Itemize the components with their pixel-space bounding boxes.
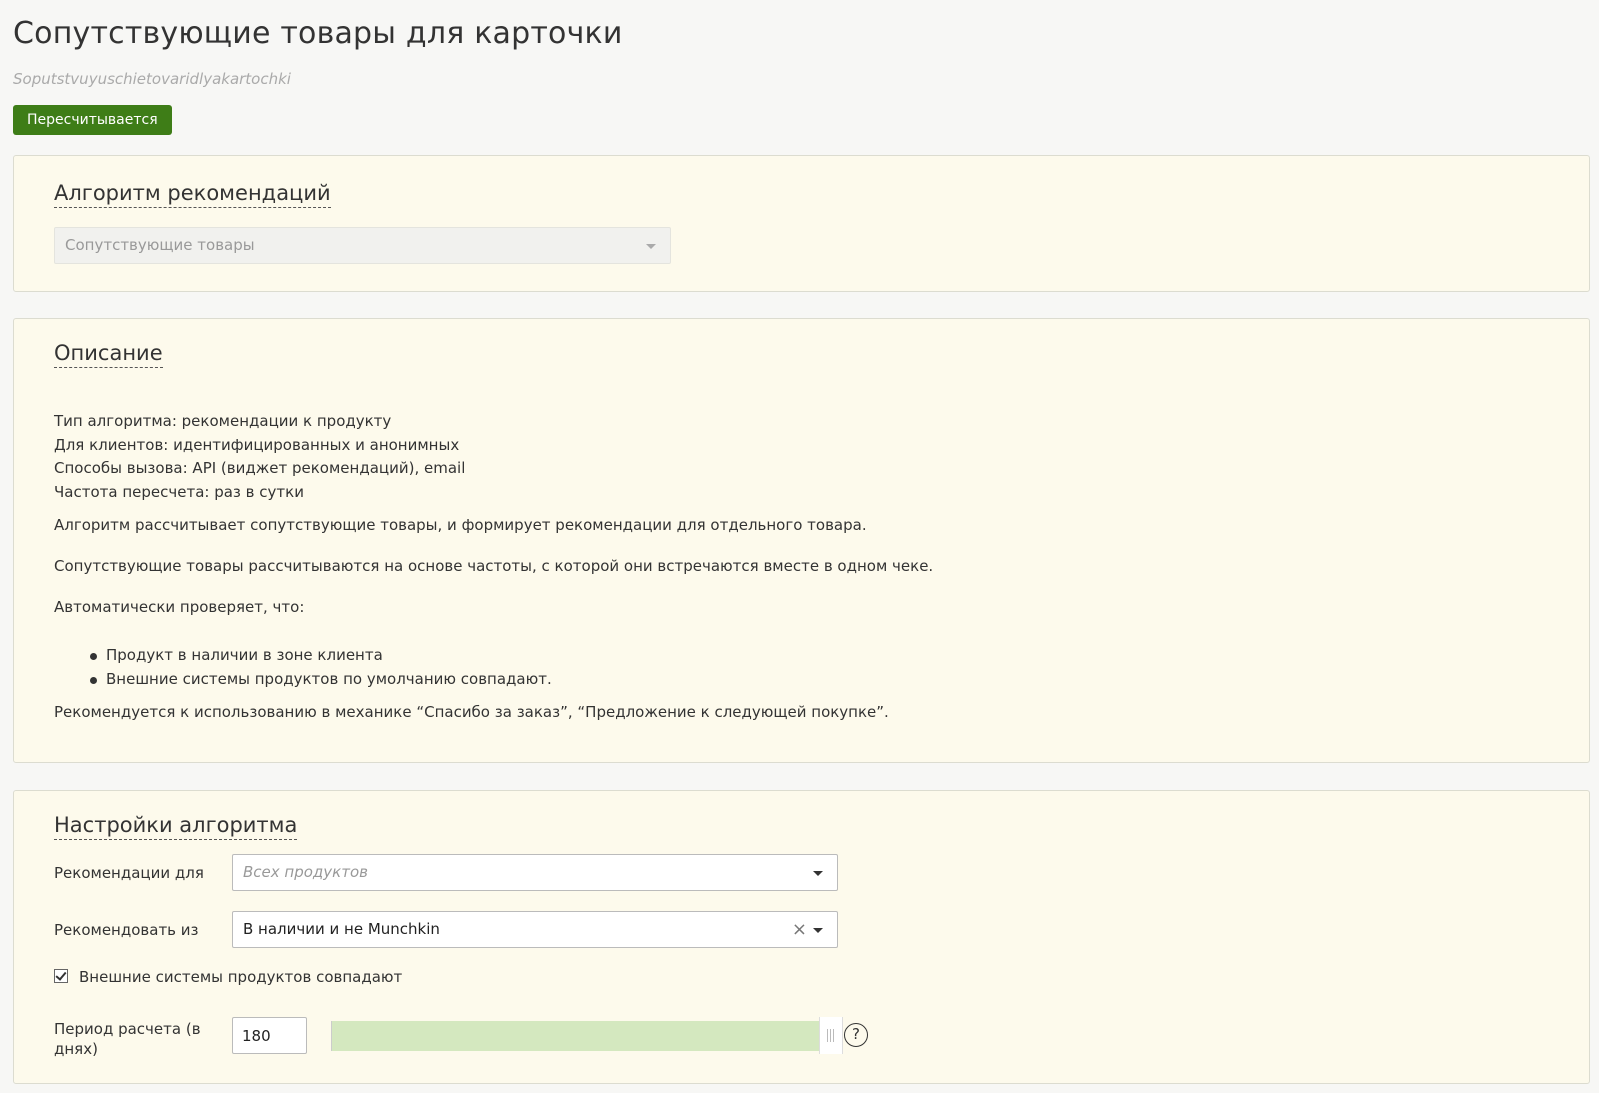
algorithm-select-value: Сопутствующие товары — [65, 236, 255, 254]
period-slider-fill — [332, 1021, 823, 1051]
recommend-from-select[interactable]: В наличии и не Munchkin × — [232, 911, 838, 948]
description-paragraph: Рекомендуется к использованию в механике… — [54, 703, 889, 721]
help-icon[interactable]: ? — [844, 1023, 868, 1047]
clear-icon[interactable]: × — [792, 912, 807, 947]
match-external-label[interactable]: Внешние системы продуктов совпадают — [79, 967, 402, 987]
description-paragraph: Автоматически проверяет, что: — [54, 598, 305, 616]
page-title: Сопутствующие товары для карточки — [13, 16, 623, 51]
chevron-down-icon — [646, 244, 656, 249]
list-item-text: Внешние системы продуктов по умолчанию с… — [106, 669, 552, 688]
period-slider-handle[interactable] — [819, 1017, 843, 1054]
recommend-for-label: Рекомендации для — [54, 864, 204, 882]
list-item: Продукт в наличии в зоне клиента — [54, 644, 552, 668]
status-badge: Пересчитывается — [13, 105, 172, 135]
description-paragraph: Сопутствующие товары рассчитываются на о… — [54, 557, 934, 575]
algorithm-panel: Алгоритм рекомендаций Сопутствующие това… — [13, 155, 1590, 292]
bullet-icon — [90, 676, 97, 684]
algorithm-properties: Тип алгоритма: рекомендации к продукту Д… — [54, 410, 465, 504]
recommend-from-value: В наличии и не Munchkin — [243, 920, 440, 938]
system-name: Soputstvuyuschietovaridlyakartochki — [13, 70, 291, 88]
recommend-from-label: Рекомендовать из — [54, 921, 199, 939]
property-line: Для клиентов: идентифицированных и анони… — [54, 435, 460, 454]
period-slider[interactable] — [331, 1021, 823, 1051]
description-heading[interactable]: Описание — [54, 340, 163, 368]
recommend-for-placeholder: Всех продуктов — [243, 863, 368, 881]
property-line: Частота пересчета: раз в сутки — [54, 482, 304, 501]
property-line: Способы вызова: API (виджет рекомендаций… — [54, 459, 466, 477]
bullet-icon — [90, 653, 97, 660]
chevron-down-icon[interactable] — [813, 928, 823, 933]
list-item-text: Продукт в наличии в зоне клиента — [106, 646, 383, 664]
list-item: Внешние системы продуктов по умолчанию с… — [54, 668, 552, 692]
algorithm-heading[interactable]: Алгоритм рекомендаций — [54, 180, 331, 208]
property-line: Тип алгоритма: рекомендации к продукту — [54, 412, 392, 430]
description-paragraph: Алгоритм рассчитывает сопутствующие това… — [54, 516, 867, 534]
description-panel: Описание Тип алгоритма: рекомендации к п… — [13, 318, 1590, 763]
page: Сопутствующие товары для карточки Soputs… — [0, 0, 1599, 1093]
period-input[interactable] — [232, 1017, 307, 1054]
settings-panel: Настройки алгоритма Рекомендации для Все… — [13, 790, 1590, 1084]
recommend-for-select[interactable]: Всех продуктов — [232, 854, 838, 891]
checks-list: Продукт в наличии в зоне клиента Внешние… — [54, 644, 552, 691]
algorithm-select: Сопутствующие товары — [54, 227, 671, 264]
chevron-down-icon[interactable] — [813, 871, 823, 876]
period-label: Период расчета (в днях) — [54, 1020, 201, 1058]
grip-icon — [827, 1029, 835, 1042]
match-external-checkbox[interactable] — [54, 969, 68, 983]
settings-heading[interactable]: Настройки алгоритма — [54, 812, 298, 840]
